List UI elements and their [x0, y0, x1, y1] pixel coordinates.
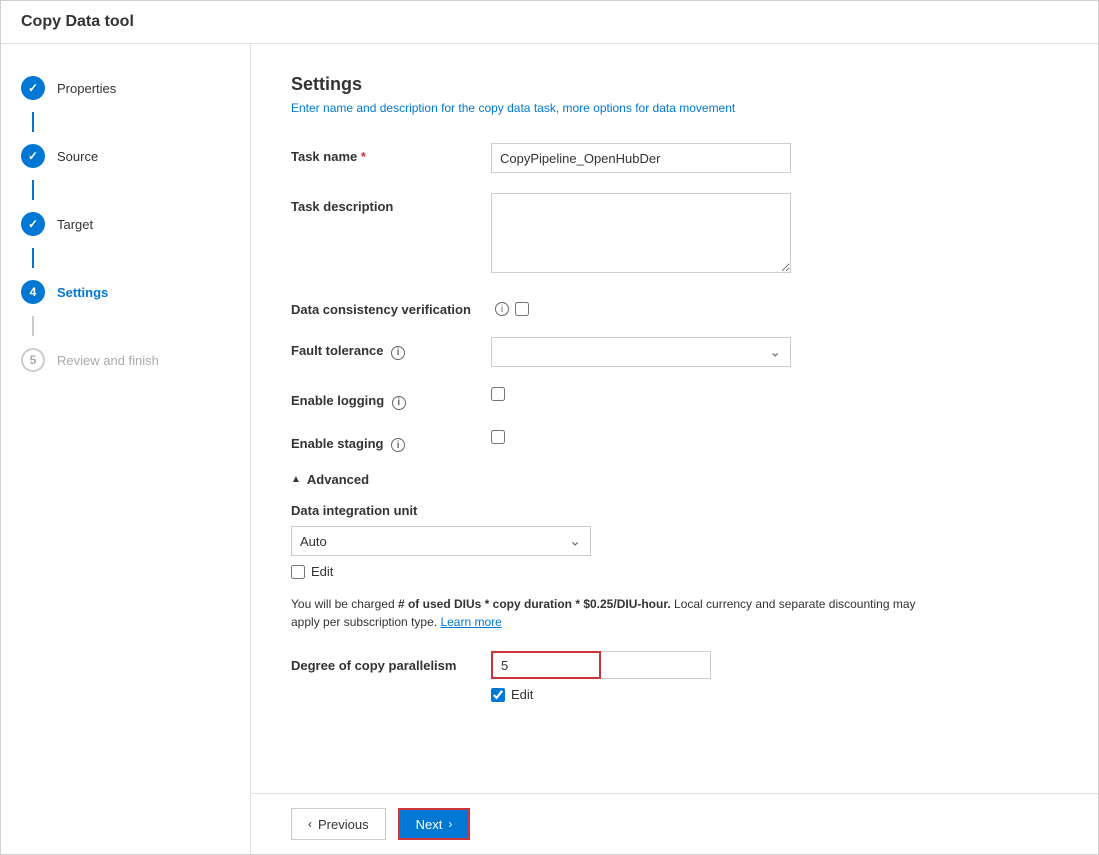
diu-select[interactable]: Auto 2 4 8 16 32: [291, 526, 591, 556]
enable-logging-info-icon[interactable]: i: [392, 396, 406, 410]
fault-tolerance-select[interactable]: [491, 337, 791, 367]
task-name-input[interactable]: [491, 143, 791, 173]
diu-section: Data integration unit Auto 2 4 8 16 32: [291, 503, 1058, 579]
enable-staging-control: [491, 430, 1058, 447]
parallelism-input-secondary[interactable]: [601, 651, 711, 679]
footer: ‹ Previous Next ›: [251, 793, 1098, 854]
charge-info: You will be charged # of used DIUs * cop…: [291, 595, 941, 631]
diu-select-wrapper: Auto 2 4 8 16 32: [291, 526, 591, 556]
required-star: *: [357, 149, 366, 164]
learn-more-link[interactable]: Learn more: [440, 615, 501, 629]
parallelism-label: Degree of copy parallelism: [291, 658, 491, 673]
parallelism-edit-label: Edit: [511, 687, 533, 702]
diu-edit-row: Edit: [291, 564, 1058, 579]
parallelism-input-primary[interactable]: [491, 651, 601, 679]
advanced-section: ▲ Advanced Data integration unit Auto 2: [291, 472, 1058, 702]
task-name-label: Task name *: [291, 143, 491, 164]
content-area: Settings Enter name and description for …: [251, 44, 1098, 793]
previous-chevron-icon: ‹: [308, 817, 312, 831]
fault-tolerance-control: [491, 337, 1058, 367]
task-description-control: [491, 193, 1058, 276]
sidebar-item-review[interactable]: 5 Review and finish: [1, 336, 250, 384]
task-name-row: Task name *: [291, 143, 1058, 173]
parallelism-row: Degree of copy parallelism: [291, 651, 1058, 679]
enable-logging-checkbox[interactable]: [491, 387, 505, 401]
task-description-row: Task description: [291, 193, 1058, 276]
fault-tolerance-row: Fault tolerance i: [291, 337, 1058, 367]
advanced-label: Advanced: [307, 472, 369, 487]
previous-button[interactable]: ‹ Previous: [291, 808, 386, 840]
step-label-3: Target: [57, 217, 93, 232]
enable-logging-control: [491, 387, 1058, 404]
advanced-toggle[interactable]: ▲ Advanced: [291, 472, 1058, 487]
data-consistency-wrapper: i: [491, 302, 1058, 316]
step-circle-4: 4: [21, 280, 45, 304]
step-circle-2: ✓: [21, 144, 45, 168]
parallelism-edit-checkbox[interactable]: [491, 688, 505, 702]
settings-title: Settings: [291, 74, 1058, 95]
task-name-control: [491, 143, 1058, 173]
enable-logging-label: Enable logging i: [291, 387, 491, 410]
enable-staging-label: Enable staging i: [291, 430, 491, 453]
task-description-input[interactable]: [491, 193, 791, 273]
settings-subtitle: Enter name and description for the copy …: [291, 101, 1058, 115]
app-title: Copy Data tool: [21, 13, 134, 30]
sidebar-item-target[interactable]: ✓ Target: [1, 200, 250, 248]
enable-logging-row: Enable logging i: [291, 387, 1058, 410]
parallelism-inputs: [491, 651, 711, 679]
app-container: Copy Data tool ✓ Properties ✓ Source ✓ T…: [0, 0, 1099, 855]
parallelism-edit-row: Edit: [491, 687, 1058, 702]
charge-info-text: You will be charged: [291, 597, 398, 611]
enable-staging-info-icon[interactable]: i: [391, 438, 405, 452]
step-label-2: Source: [57, 149, 98, 164]
fault-tolerance-label: Fault tolerance i: [291, 337, 491, 360]
sidebar-item-settings[interactable]: 4 Settings: [1, 268, 250, 316]
main-panel: Settings Enter name and description for …: [251, 44, 1098, 854]
step-label-5: Review and finish: [57, 353, 159, 368]
step-circle-5: 5: [21, 348, 45, 372]
next-label: Next: [416, 817, 443, 832]
charge-info-bold: # of used DIUs * copy duration * $0.25/D…: [398, 597, 671, 611]
main-content: ✓ Properties ✓ Source ✓ Target 4 Setting…: [1, 44, 1098, 854]
diu-label: Data integration unit: [291, 503, 1058, 518]
connector-3-4: [32, 248, 34, 268]
step-circle-3: ✓: [21, 212, 45, 236]
triangle-icon: ▲: [291, 474, 301, 485]
data-consistency-info-icon[interactable]: i: [495, 302, 509, 316]
enable-staging-row: Enable staging i: [291, 430, 1058, 453]
parallelism-section: Degree of copy parallelism Edit: [291, 651, 1058, 702]
step-label-4: Settings: [57, 285, 108, 300]
sidebar-item-properties[interactable]: ✓ Properties: [1, 64, 250, 112]
next-chevron-icon: ›: [448, 817, 452, 831]
fault-tolerance-select-wrapper: [491, 337, 791, 367]
enable-staging-checkbox[interactable]: [491, 430, 505, 444]
sidebar: ✓ Properties ✓ Source ✓ Target 4 Setting…: [1, 44, 251, 854]
title-bar: Copy Data tool: [1, 1, 1098, 44]
diu-edit-checkbox[interactable]: [291, 565, 305, 579]
data-consistency-checkbox[interactable]: [515, 302, 529, 316]
data-consistency-control: i: [491, 296, 1058, 316]
next-button[interactable]: Next ›: [398, 808, 471, 840]
diu-edit-label: Edit: [311, 564, 333, 579]
data-consistency-row: Data consistency verification i: [291, 296, 1058, 317]
task-description-label: Task description: [291, 193, 491, 214]
previous-label: Previous: [318, 817, 369, 832]
step-label-1: Properties: [57, 81, 116, 96]
advanced-content: Data integration unit Auto 2 4 8 16 32: [291, 503, 1058, 702]
fault-tolerance-info-icon[interactable]: i: [391, 346, 405, 360]
sidebar-item-source[interactable]: ✓ Source: [1, 132, 250, 180]
connector-1-2: [32, 112, 34, 132]
connector-4-5: [32, 316, 34, 336]
step-circle-1: ✓: [21, 76, 45, 100]
data-consistency-label: Data consistency verification: [291, 296, 491, 317]
connector-2-3: [32, 180, 34, 200]
